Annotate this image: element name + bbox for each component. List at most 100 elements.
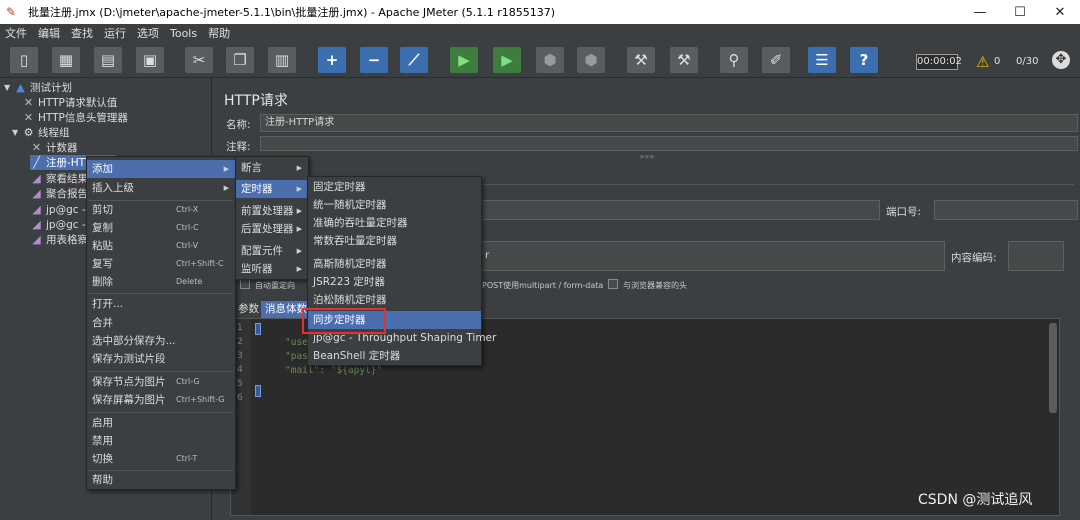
menu-item-label: 复写 xyxy=(92,258,113,270)
port-label: 端口号: xyxy=(886,206,922,218)
tree-item-aggregate-report[interactable]: ◢ 聚合报告 xyxy=(30,186,88,201)
save-icon[interactable]: ▣ xyxy=(136,47,164,73)
menu-item-label: 配置元件 xyxy=(241,245,283,257)
stop-icon[interactable]: ⬢ xyxy=(536,47,564,73)
path-field[interactable]: r xyxy=(480,241,945,271)
toggle-icon[interactable]: ⟋ xyxy=(400,47,428,73)
function-helper-icon[interactable]: ☰ xyxy=(808,47,836,73)
menu-item-save-selection[interactable]: 选中部分保存为... xyxy=(87,332,235,350)
tree-item-test-plan[interactable]: ▼ ▲ 测试计划 xyxy=(4,80,72,95)
menu-item-precise-throughput-timer[interactable]: 准确的吞吐量定时器 xyxy=(308,214,481,232)
clear-icon[interactable]: ⚒ xyxy=(627,47,655,73)
browser-headers-checkbox[interactable] xyxy=(608,279,618,289)
new-file-icon[interactable]: ▯ xyxy=(10,47,38,73)
menu-separator xyxy=(89,293,233,294)
annotation-highlight-box xyxy=(302,308,386,334)
menu-item-save-node-image[interactable]: 保存节点为图片 Ctrl-G xyxy=(87,373,235,391)
menu-item-config-elements[interactable]: 配置元件 ▶ xyxy=(236,242,308,260)
tree-item-view-results[interactable]: ◢ 察看结果 xyxy=(30,171,88,186)
menu-item-listeners[interactable]: 监听器 ▶ xyxy=(236,260,308,278)
templates-icon[interactable]: ▦ xyxy=(52,47,80,73)
paste-icon[interactable]: ▥ xyxy=(268,47,296,73)
menu-item-enable[interactable]: 启用 xyxy=(87,414,235,432)
menu-bar: 文件 编辑 查找 运行 选项 Tools 帮助 xyxy=(0,24,1080,42)
menu-item-save-fragment[interactable]: 保存为测试片段 xyxy=(87,350,235,368)
tree-item-table-view[interactable]: ◢ 用表格察 xyxy=(30,232,88,247)
menu-item-duplicate[interactable]: 复写 Ctrl+Shift-C xyxy=(87,255,235,273)
menu-item-disable[interactable]: 禁用 xyxy=(87,432,235,450)
menu-item-poisson-random-timer[interactable]: 泊松随机定时器 xyxy=(308,291,481,309)
shutdown-icon[interactable]: ⬢ xyxy=(577,47,605,73)
menu-item-label: 选中部分保存为... xyxy=(92,335,176,347)
menu-item-constant-timer[interactable]: 固定定时器 xyxy=(308,178,481,196)
tree-item-counter[interactable]: ✕ 计数器 xyxy=(30,140,78,155)
menu-item-pre-processors[interactable]: 前置处理器 ▶ xyxy=(236,202,308,220)
menu-item-jsr223-timer[interactable]: JSR223 定时器 xyxy=(308,273,481,291)
menu-item-post-processors[interactable]: 后置处理器 ▶ xyxy=(236,220,308,238)
minimize-button[interactable]: — xyxy=(960,0,1000,24)
menu-item-paste[interactable]: 粘贴 Ctrl-V xyxy=(87,237,235,255)
encoding-field[interactable] xyxy=(1008,241,1064,271)
menu-item-add[interactable]: 添加 ▶ xyxy=(87,160,235,178)
expand-arrow-icon[interactable]: ▼ xyxy=(4,83,14,92)
reset-search-icon[interactable]: ✐ xyxy=(762,47,790,73)
auto-redirect-checkbox[interactable] xyxy=(240,279,250,289)
maximize-button[interactable]: ☐ xyxy=(1000,0,1040,24)
menu-run[interactable]: 运行 xyxy=(99,25,132,41)
warning-icon[interactable]: ⚠ xyxy=(976,53,989,71)
menu-item-gaussian-random-timer[interactable]: 高斯随机定时器 xyxy=(308,255,481,273)
clear-all-icon[interactable]: ⚒ xyxy=(670,47,698,73)
line-number: 5 xyxy=(237,379,243,389)
menu-tools[interactable]: Tools xyxy=(165,27,203,40)
menu-options[interactable]: 选项 xyxy=(132,25,165,41)
server-field[interactable] xyxy=(480,200,880,220)
menu-item-open[interactable]: 打开... xyxy=(87,295,235,313)
splitter-handle[interactable]: »»» xyxy=(214,153,1080,161)
comment-field[interactable] xyxy=(260,136,1078,151)
menu-help[interactable]: 帮助 xyxy=(203,25,236,41)
tree-item-header-manager[interactable]: ✕ HTTP信息头管理器 xyxy=(22,110,128,125)
port-field[interactable] xyxy=(934,200,1078,220)
menu-edit[interactable]: 编辑 xyxy=(33,25,66,41)
menu-item-merge[interactable]: 合并 xyxy=(87,314,235,332)
remote-start-icon[interactable]: ✥ xyxy=(1052,51,1070,69)
name-label: 名称: xyxy=(226,119,251,131)
add-submenu: 断言 ▶ 定时器 ▶ 前置处理器 ▶ 后置处理器 ▶ 配置元件 ▶ 监听器 ▶ xyxy=(235,156,309,280)
menu-item-delete[interactable]: 删除 Delete xyxy=(87,273,235,291)
menu-item-save-screen-image[interactable]: 保存屏幕为图片 Ctrl+Shift-G xyxy=(87,391,235,409)
search-icon[interactable]: ⚲ xyxy=(720,47,748,73)
menu-item-label: 统一随机定时器 xyxy=(313,199,387,211)
menu-item-beanshell-timer[interactable]: BeanShell 定时器 xyxy=(308,347,481,365)
open-folder-icon[interactable]: ▤ xyxy=(94,47,122,73)
cut-icon[interactable]: ✂ xyxy=(185,47,213,73)
menu-item-timer[interactable]: 定时器 ▶ xyxy=(236,180,308,198)
collapse-icon[interactable]: − xyxy=(360,47,388,73)
tree-item-thread-group[interactable]: ▼ ⚙ 线程组 xyxy=(12,125,70,140)
menu-item-toggle[interactable]: 切换 Ctrl-T xyxy=(87,450,235,468)
menu-item-help[interactable]: 帮助 xyxy=(87,471,235,489)
copy-icon[interactable]: ❐ xyxy=(226,47,254,73)
expand-icon[interactable]: + xyxy=(318,47,346,73)
name-field[interactable]: 注册-HTTP请求 xyxy=(260,114,1078,132)
config-element-icon: ✕ xyxy=(23,96,34,109)
menu-item-label: 复制 xyxy=(92,222,113,234)
menu-search[interactable]: 查找 xyxy=(66,25,99,41)
tab-parameters[interactable]: 参数 xyxy=(234,301,263,318)
tree-item-http-defaults[interactable]: ✕ HTTP请求默认值 xyxy=(22,95,117,110)
menu-item-cut[interactable]: 剪切 Ctrl-X xyxy=(87,201,235,219)
editor-scrollbar[interactable] xyxy=(1049,323,1057,413)
menu-file[interactable]: 文件 xyxy=(0,25,33,41)
menu-item-insert-parent[interactable]: 插入上级 ▶ xyxy=(87,179,235,197)
start-icon[interactable]: ▶ xyxy=(450,47,478,73)
menu-item-copy[interactable]: 复制 Ctrl-C xyxy=(87,219,235,237)
watermark: CSDN @测试追风 xyxy=(918,492,1033,508)
menu-item-constant-throughput-timer[interactable]: 常数吞吐量定时器 xyxy=(308,232,481,250)
menu-item-assertions[interactable]: 断言 ▶ xyxy=(236,159,308,177)
help-icon[interactable]: ? xyxy=(850,47,878,73)
start-no-pause-icon[interactable]: ▶ xyxy=(493,47,521,73)
menu-item-uniform-random-timer[interactable]: 统一随机定时器 xyxy=(308,196,481,214)
listener-icon: ◢ xyxy=(32,233,41,246)
window-controls: — ☐ ✕ xyxy=(960,0,1080,24)
expand-arrow-icon[interactable]: ▼ xyxy=(12,128,22,137)
close-button[interactable]: ✕ xyxy=(1040,0,1080,24)
